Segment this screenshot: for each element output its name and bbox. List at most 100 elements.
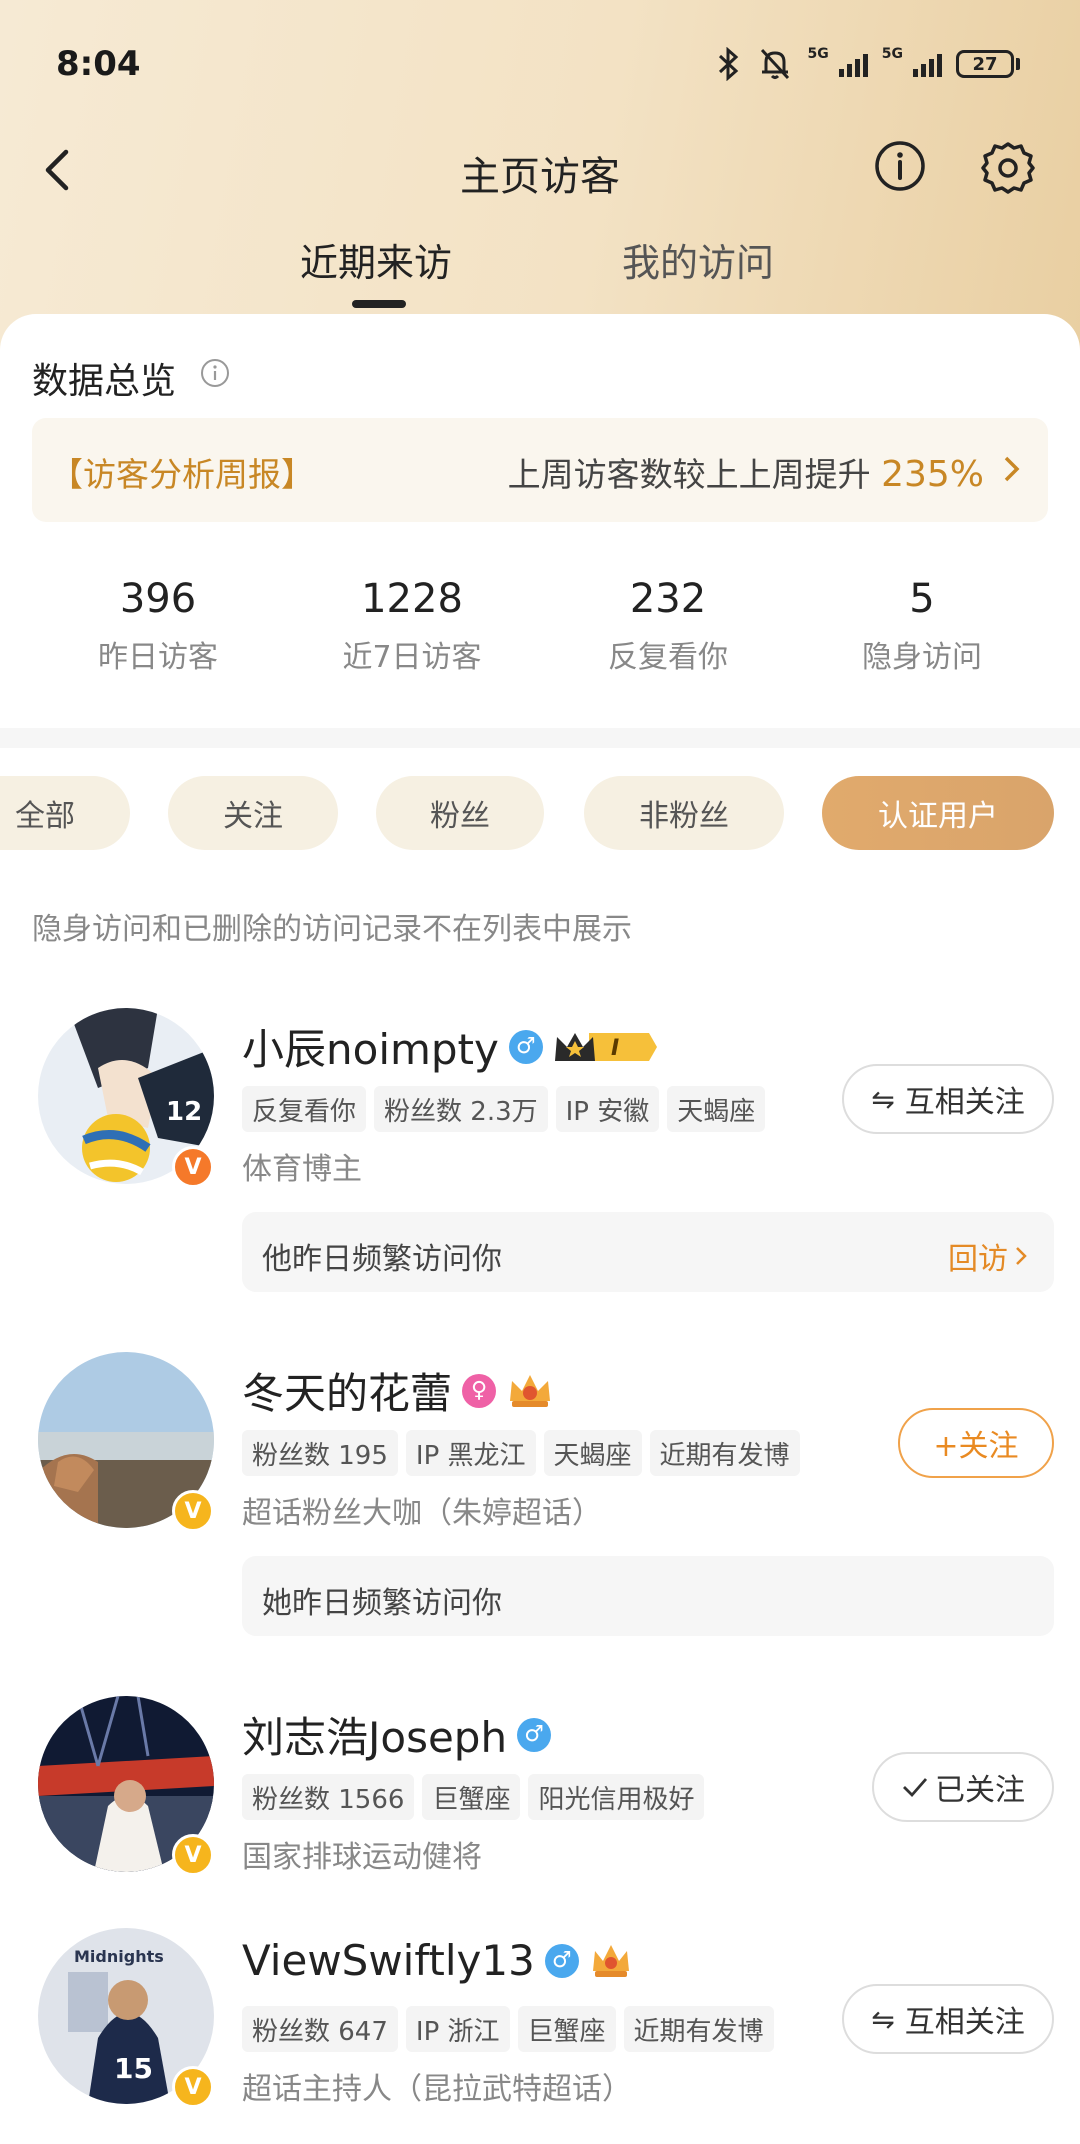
avatar-text: Midnights bbox=[74, 1947, 164, 1966]
mutual-follow-button[interactable]: ⇋ 互相关注 bbox=[842, 1064, 1054, 1134]
vip-level: I bbox=[611, 1036, 619, 1061]
tab-active-indicator bbox=[352, 300, 406, 308]
visit-text: 她昨日频繁访问你 bbox=[262, 1586, 502, 1621]
stat-value: 232 bbox=[629, 576, 707, 622]
tag: 巨蟹座 bbox=[422, 1774, 521, 1820]
mutual-follow-button[interactable]: ⇋ 互相关注 bbox=[842, 1984, 1054, 2054]
username-text: 小辰noimpty bbox=[242, 1025, 499, 1074]
stat-7days[interactable]: 1228 近7日访客 bbox=[302, 576, 522, 676]
info-icon[interactable] bbox=[200, 358, 230, 388]
signal-icon bbox=[913, 51, 942, 77]
filter-non-fans[interactable]: 非粉丝 bbox=[584, 776, 784, 850]
status-bar: 8:04 5G 5G 27 bbox=[0, 0, 1080, 130]
revisit-link[interactable]: 回访 bbox=[948, 1234, 1028, 1278]
filter-all[interactable]: 全部 bbox=[0, 776, 130, 850]
avatar-jersey: 15 bbox=[114, 2052, 153, 2085]
tag: IP 安徽 bbox=[555, 1086, 660, 1132]
visit-info-box: 她昨日频繁访问你 bbox=[242, 1556, 1054, 1636]
stat-repeat[interactable]: 232 反复看你 bbox=[558, 576, 778, 676]
stat-label: 隐身访问 bbox=[862, 640, 982, 675]
stat-label: 近7日访客 bbox=[342, 640, 482, 675]
list-note: 隐身访问和已删除的访问记录不在列表中展示 bbox=[32, 912, 632, 947]
username: 小辰noimpty ♂ I bbox=[242, 1016, 657, 1077]
tag: 粉丝数 1566 bbox=[242, 1774, 415, 1820]
tab-my-visits[interactable]: 我的访问 bbox=[622, 232, 774, 287]
stat-label: 反复看你 bbox=[608, 640, 728, 675]
tag: 粉丝数 2.3万 bbox=[374, 1086, 548, 1132]
tab-recent-visits[interactable]: 近期来访 bbox=[300, 232, 452, 287]
tag: 阳光信用极好 bbox=[528, 1774, 705, 1820]
username: 冬天的花蕾 ♀ bbox=[242, 1360, 554, 1421]
weekly-report-banner[interactable]: 【访客分析周报】 上周访客数较上上周提升 235% bbox=[32, 418, 1048, 522]
stat-label: 昨日访客 bbox=[98, 640, 218, 675]
network-type-1: 5G bbox=[807, 46, 829, 62]
revisit-label: 回访 bbox=[948, 1242, 1008, 1277]
stat-value: 1228 bbox=[361, 576, 463, 622]
tag: IP 黑龙江 bbox=[405, 1430, 536, 1476]
username-text: ViewSwiftly13 bbox=[242, 1936, 535, 1985]
stat-value: 396 bbox=[119, 576, 197, 622]
user-tags: 粉丝数 647 IP 浙江 巨蟹座 近期有发博 bbox=[242, 2006, 774, 2052]
report-percent: 235% bbox=[881, 454, 984, 495]
crown-badge-icon bbox=[592, 1944, 629, 1977]
info-icon[interactable] bbox=[872, 138, 928, 194]
visit-info-box: 他昨日频繁访问你 回访 bbox=[242, 1212, 1054, 1292]
report-summary: 上周访客数较上上周提升 235% bbox=[508, 448, 984, 496]
filter-fans[interactable]: 粉丝 bbox=[376, 776, 544, 850]
tag: 近期有发博 bbox=[649, 1430, 800, 1476]
status-icons: 5G 5G 27 bbox=[716, 46, 1020, 82]
tag: 粉丝数 195 bbox=[242, 1430, 398, 1476]
verified-badge: V bbox=[172, 1834, 214, 1876]
overview-title: 数据总览 bbox=[32, 361, 177, 402]
stat-value: 5 bbox=[909, 576, 935, 622]
svg-text:12: 12 bbox=[166, 1097, 202, 1127]
user-tags: 反复看你 粉丝数 2.3万 IP 安徽 天蝎座 bbox=[242, 1086, 766, 1132]
tag: 天蝎座 bbox=[543, 1430, 642, 1476]
bluetooth-icon bbox=[718, 47, 738, 81]
vip-crown-badge: I bbox=[554, 1032, 657, 1061]
male-icon: ♂ bbox=[508, 1029, 543, 1064]
follow-label: 已关注 bbox=[935, 1773, 1025, 1808]
crown-badge-icon bbox=[510, 1374, 551, 1407]
filter-verified[interactable]: 认证用户 bbox=[822, 776, 1054, 850]
username: 刘志浩Joseph ♂ bbox=[242, 1704, 552, 1765]
network-type-2: 5G bbox=[881, 46, 903, 62]
verified-badge: V bbox=[172, 1146, 214, 1188]
chevron-right-icon bbox=[1004, 456, 1020, 482]
status-time: 8:04 bbox=[56, 44, 141, 84]
gear-icon[interactable] bbox=[978, 138, 1038, 198]
tab-bar: 近期来访 我的访问 bbox=[0, 232, 1080, 312]
check-icon bbox=[903, 1778, 928, 1798]
filter-chips: 全部 关注 粉丝 非粉丝 认证用户 bbox=[0, 776, 1080, 852]
male-icon: ♂ bbox=[517, 1717, 552, 1752]
follow-label: 互相关注 bbox=[904, 1085, 1025, 1120]
tag: 粉丝数 647 bbox=[242, 2006, 398, 2052]
verified-badge: V bbox=[172, 2066, 214, 2108]
tag: IP 浙江 bbox=[405, 2006, 510, 2052]
user-tags: 粉丝数 195 IP 黑龙江 天蝎座 近期有发博 bbox=[242, 1430, 800, 1476]
battery-tip bbox=[1016, 58, 1020, 70]
visit-text: 他昨日频繁访问你 bbox=[262, 1242, 502, 1277]
verified-badge: V bbox=[172, 1490, 214, 1532]
follow-button[interactable]: +关注 bbox=[898, 1408, 1054, 1478]
user-description: 超话主持人（昆拉武特超话） bbox=[242, 2072, 632, 2107]
following-button[interactable]: 已关注 bbox=[872, 1752, 1054, 1822]
battery-icon: 27 bbox=[956, 50, 1014, 78]
report-label: 【访客分析周报】 bbox=[50, 455, 314, 494]
user-description: 超话粉丝大咖（朱婷超话） bbox=[242, 1496, 602, 1531]
signal-icon bbox=[838, 51, 868, 77]
report-text: 上周访客数较上上周提升 bbox=[507, 455, 871, 494]
tag: 天蝎座 bbox=[667, 1086, 766, 1132]
male-icon: ♂ bbox=[544, 1943, 579, 1978]
stat-yesterday[interactable]: 396 昨日访客 bbox=[48, 576, 268, 676]
mutual-arrows-icon: ⇋ bbox=[871, 2002, 895, 2036]
filter-following[interactable]: 关注 bbox=[168, 776, 338, 850]
mutual-arrows-icon: ⇋ bbox=[871, 1082, 895, 1116]
user-description: 体育博主 bbox=[242, 1152, 362, 1187]
user-tags: 粉丝数 1566 巨蟹座 阳光信用极好 bbox=[242, 1774, 705, 1820]
username: ViewSwiftly13 ♂ bbox=[242, 1936, 633, 1985]
overview-card: 数据总览 【访客分析周报】 上周访客数较上上周提升 235% 396 昨日访客 … bbox=[0, 314, 1080, 728]
username-text: 刘志浩Joseph bbox=[242, 1713, 508, 1762]
user-description: 国家排球运动健将 bbox=[242, 1840, 482, 1875]
stat-hidden[interactable]: 5 隐身访问 bbox=[812, 576, 1032, 676]
